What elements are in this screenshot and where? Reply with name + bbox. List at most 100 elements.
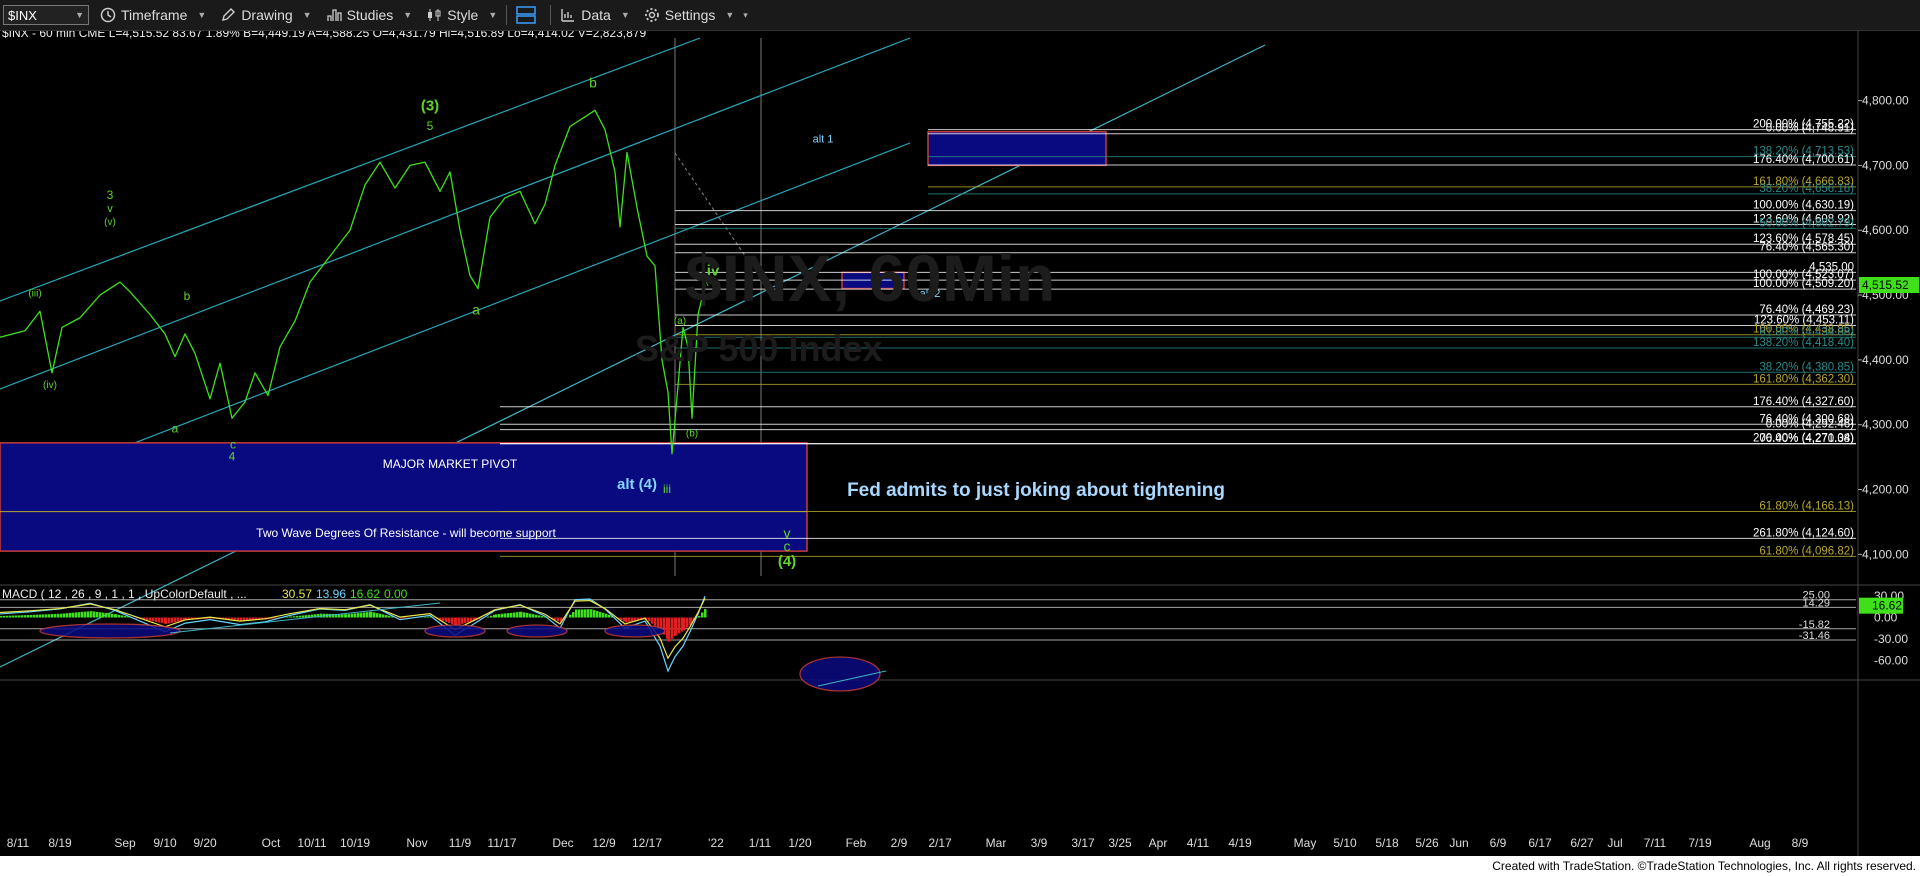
macd-histogram-bar [108,613,111,618]
timeframe-menu[interactable]: Timeframe ▼ [93,0,213,30]
macd-histogram-bar [152,617,155,622]
macd-histogram-bar [93,611,96,618]
fib-level-label: 61.80% (4,166.13) [1759,500,1854,512]
layout-button[interactable] [509,0,548,30]
macd-histogram-bar [165,617,168,624]
symbol-value: $INX [8,7,37,23]
wave-count-label: iii [663,482,671,496]
macd-y-tick: -30.00 [1874,632,1908,646]
x-tick-label: 12/17 [632,836,662,850]
data-menu[interactable]: Data ▼ [553,0,637,30]
macd-histogram-bar [651,617,654,624]
macd-histogram-bar [302,615,305,618]
macd-histogram-bar [628,617,631,622]
macd-histogram-bar [168,617,171,624]
macd-value: 16.62 [350,587,380,601]
y-tick-label: 4,400.00 [1862,353,1909,367]
macd-histogram-bar [36,614,39,618]
macd-histogram-bar [648,617,651,622]
macd-histogram-bar [0,615,3,618]
watermark-symbol: $INX, 60Min [685,241,1055,315]
data-icon [561,9,575,22]
macd-histogram-bar [9,615,12,618]
macd-histogram-bar [678,617,681,634]
wave-count-label: (iv) [43,380,57,391]
macd-histogram-bar [149,617,152,621]
macd-histogram-bar [458,617,461,625]
fib-level-label: 100.00% (4,509.20) [1753,278,1854,290]
macd-histogram-bar [69,612,72,618]
macd-histogram-bar [171,617,174,623]
wave-count-label: (b) [686,428,698,439]
macd-histogram-bar [572,612,575,618]
macd-histogram-bar [557,617,560,622]
fib-level-label: 176.40% (4,327.60) [1753,396,1854,408]
pencil-icon [222,8,236,21]
layout-icon [516,6,537,24]
drawing-menu[interactable]: Drawing ▼ [213,0,318,30]
wave-count-label: a [172,421,179,435]
x-tick-label: Jul [1607,836,1622,850]
x-tick-label: '22 [708,836,724,850]
macd-histogram-bar [293,616,296,618]
x-tick-label: 7/19 [1688,836,1712,850]
macd-value: 13.96 [316,587,346,601]
macd-histogram-bar [45,614,48,618]
macd-histogram-bar [90,611,93,618]
macd-histogram-bar [683,617,686,631]
watermark-name: S&P 500 Index [635,328,882,369]
macd-histogram-bar [177,617,180,622]
macd-divergence-ellipse [39,623,181,639]
macd-histogram-bar [510,612,513,618]
macd-histogram-bar [605,613,608,618]
macd-histogram-bar [427,616,430,618]
fib-level-label: 176.40% (4,700.61) [1753,154,1854,166]
fib-level-label: 38.20% (4,656.16) [1759,183,1854,195]
footer: Created with TradeStation. ©TradeStation… [0,856,1920,876]
fib-level-label: 100.00% (4,630.19) [1753,200,1854,212]
x-tick-label: 8/19 [48,836,72,850]
studies-menu[interactable]: Studies ▼ [319,0,420,30]
symbol-selector[interactable]: $INX ▼ [3,5,89,25]
macd-histogram-bar [354,613,357,618]
x-tick-label: 4/11 [1187,836,1210,850]
drawing-label: Drawing [241,7,293,23]
macd-histogram-bar [351,613,354,618]
macd-histogram-bar [155,617,158,623]
macd-histogram-bar [538,615,541,618]
more-menu[interactable]: ▾ [741,0,750,30]
macd-histogram-bar [237,617,240,621]
macd-histogram-bar [348,614,351,618]
macd-histogram-bar [596,610,599,618]
macd-histogram-bar [501,613,504,618]
wave-count-label: c [784,538,791,554]
macd-histogram-bar [593,610,596,618]
macd-level-label: -31.46 [1799,630,1830,642]
x-tick-label: 7/11 [1644,836,1667,850]
style-menu[interactable]: Style ▼ [419,0,504,30]
macd-histogram-bar [118,614,121,618]
macd-level-label: 14.29 [1802,597,1830,609]
wave-count-label: a [472,302,480,318]
macd-histogram-bar [42,614,45,618]
macd-histogram-bar [66,613,69,618]
macd-histogram-bar [111,613,114,618]
macd-histogram-bar [376,613,379,618]
macd-histogram-bar [57,613,60,618]
x-tick-label: 11/9 [449,836,472,850]
x-tick-label: 2/17 [928,836,952,850]
macd-histogram-bar [584,609,587,618]
settings-menu[interactable]: Settings ▼ [637,0,742,30]
macd-histogram-bar [63,613,66,618]
x-tick-label: Jun [1449,836,1468,850]
macd-histogram-bar [442,617,445,621]
chart-annotation: Fed admits to just joking about tighteni… [847,480,1225,501]
x-tick-label: 12/9 [592,836,616,850]
chart-annotation: alt (4) [617,476,657,493]
price-chart[interactable]: 200.00% (4,755.22)0.00% (4,748.91)138.20… [0,31,1920,856]
macd-histogram-bar [532,614,535,618]
macd-histogram-bar [379,613,382,618]
macd-histogram-bar [345,614,348,618]
clock-icon [100,7,116,23]
x-tick-label: 9/20 [193,836,217,850]
